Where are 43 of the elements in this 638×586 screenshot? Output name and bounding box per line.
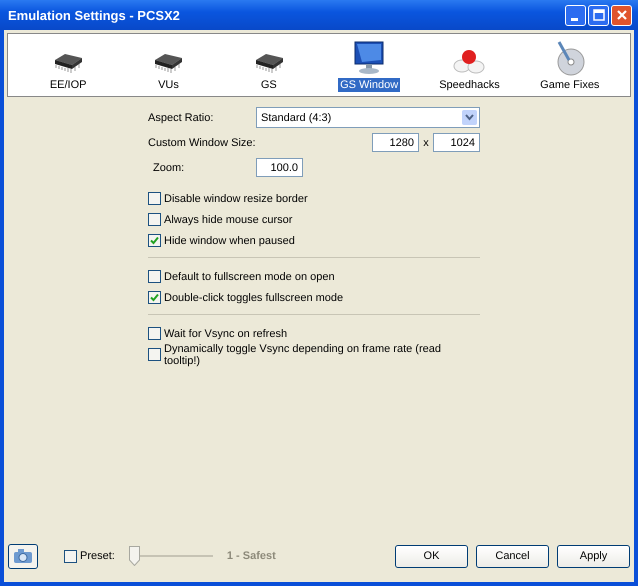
checkbox[interactable] <box>148 192 161 205</box>
checkbox-label: Hide window when paused <box>164 234 295 246</box>
monitor-icon <box>352 40 386 76</box>
checkbox-label: Disable window resize border <box>164 192 308 204</box>
checkbox[interactable] <box>148 291 161 304</box>
category-tab[interactable]: GS <box>258 78 279 92</box>
camera-icon <box>13 548 33 564</box>
checkbox[interactable] <box>148 234 161 247</box>
preset-value: 1 - Safest <box>226 550 276 562</box>
minimize-icon <box>570 18 578 20</box>
window-title: Emulation Settings - PCSX2 <box>8 8 180 22</box>
maximize-button[interactable] <box>588 4 609 26</box>
checkbox[interactable] <box>148 348 161 361</box>
field-label: Aspect Ratio: <box>148 112 214 124</box>
category-tab[interactable]: EE/IOP <box>48 78 88 92</box>
checkbox[interactable] <box>148 270 161 283</box>
size-separator: x <box>422 136 430 148</box>
screenshot-button[interactable] <box>8 544 38 568</box>
checkbox-label: Wait for Vsync on refresh <box>164 328 288 340</box>
field-label: Zoom: <box>152 162 186 174</box>
field-label: Custom Window Size: <box>148 136 256 148</box>
category-tab[interactable]: GS Window <box>338 78 400 92</box>
minimize-button[interactable] <box>565 4 586 26</box>
category-tab[interactable]: VUs <box>156 78 181 92</box>
zoom-input[interactable]: 100.0 <box>256 158 303 177</box>
checkbox-label: Preset: <box>80 550 115 562</box>
maximize-icon <box>592 9 604 21</box>
category-tab[interactable]: Game Fixes <box>538 78 602 92</box>
checkbox[interactable] <box>148 213 161 226</box>
aspect-ratio-dropdown[interactable]: Standard (4:3) <box>256 107 480 128</box>
checkbox-label: Dynamically toggle Vsync depending on frame rate (read tooltip!) <box>164 342 442 366</box>
checkbox[interactable] <box>148 327 161 340</box>
dialog-button[interactable]: OK <box>395 544 468 568</box>
category-tab[interactable]: Speedhacks <box>437 78 502 92</box>
checkbox-label: Double-click toggles fullscreen mode <box>164 292 344 304</box>
dialog-button[interactable]: Apply <box>557 544 630 568</box>
dialog-button[interactable]: Cancel <box>476 544 549 568</box>
height-input[interactable]: 1024 <box>433 133 480 152</box>
close-icon <box>616 9 628 21</box>
close-button[interactable] <box>611 4 632 26</box>
checkbox-label: Default to fullscreen mode on open <box>164 270 335 282</box>
width-input[interactable]: 1280 <box>372 133 419 152</box>
checkbox-label: Always hide mouse cursor <box>164 214 292 226</box>
